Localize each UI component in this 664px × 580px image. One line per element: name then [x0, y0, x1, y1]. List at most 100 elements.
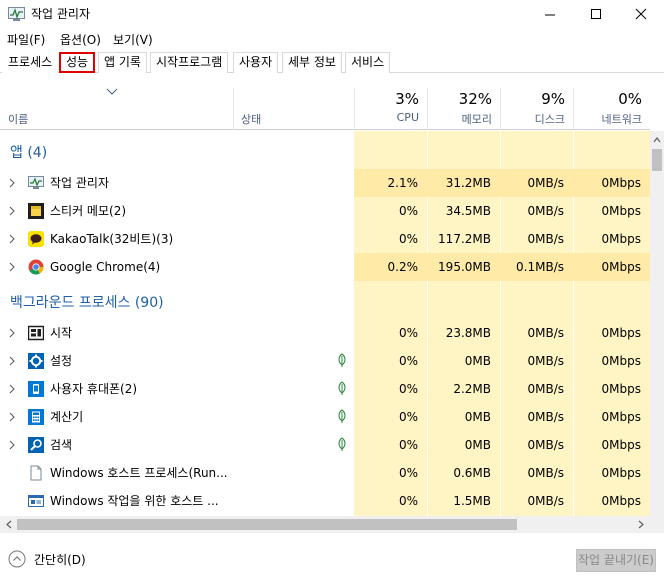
close-button[interactable] [618, 0, 664, 28]
table-row[interactable]: 설정 0% 0MB 0MB/s 0Mbps [0, 347, 650, 375]
scroll-left-icon[interactable] [2, 516, 16, 533]
network-value: 0Mbps [601, 326, 641, 340]
leaf-icon [338, 353, 346, 367]
table-row[interactable]: Windows 작업을 위한 호스트 ... 0% 1.5MB 0MB/s 0M… [0, 487, 650, 515]
table-row[interactable]: 사용자 휴대폰(2) 0% 2.2MB 0MB/s 0Mbps [0, 375, 650, 403]
header-status[interactable]: 상태 [233, 88, 354, 130]
settings-gear-icon [28, 353, 44, 369]
horizontal-scrollbar[interactable] [0, 516, 650, 533]
chevron-right-icon[interactable] [8, 328, 16, 338]
tab-users[interactable]: 사용자 [233, 52, 279, 73]
task-manager-icon [8, 7, 25, 21]
tab-processes[interactable]: 프로세스 [2, 52, 59, 73]
tab-services[interactable]: 서비스 [345, 52, 391, 73]
footer-bar: 간단히(D) 작업 끝내기(E) [0, 541, 664, 580]
group-title: 앱 (4) [10, 145, 48, 161]
menu-file[interactable]: 파일(F) [7, 31, 45, 48]
fewer-details-label: 간단히(D) [34, 553, 86, 567]
disk-value: 0MB/s [500, 169, 573, 197]
process-name: Google Chrome(4) [50, 260, 161, 274]
table-row[interactable]: 계산기 0% 0MB 0MB/s 0Mbps [0, 403, 650, 431]
scroll-right-icon[interactable] [634, 516, 648, 533]
table-row[interactable]: 스티커 메모(2) 0% 34.5MB 0MB/s 0Mbps [0, 197, 650, 225]
menu-options[interactable]: 옵션(O) [60, 31, 101, 48]
memory-value: 0MB [464, 354, 491, 368]
chevron-right-icon[interactable] [8, 440, 16, 450]
horizontal-scroll-thumb[interactable] [17, 519, 517, 530]
chevron-right-icon[interactable] [8, 262, 16, 272]
process-name: 설정 [50, 354, 73, 368]
header-network[interactable]: 0% 네트워크 [573, 88, 650, 130]
process-name: Windows 호스트 프로세스(Run... [50, 466, 228, 480]
cpu-value: 0% [398, 354, 418, 368]
table-row[interactable]: 작업 관리자 2.1% 31.2MB 0MB/s 0Mbps [0, 169, 650, 197]
memory-value: 0MB [464, 438, 491, 452]
end-task-button[interactable]: 작업 끝내기(E) [576, 549, 656, 572]
leaf-icon [338, 437, 346, 451]
chevron-right-icon[interactable] [8, 206, 16, 216]
header-disk-percent: 9% [541, 90, 565, 108]
header-name[interactable]: 이름 [0, 88, 233, 130]
header-cpu-percent: 3% [395, 90, 419, 108]
minimize-button[interactable] [527, 0, 573, 28]
chevron-right-icon[interactable] [8, 356, 16, 366]
kakaotalk-icon [28, 231, 44, 247]
header-cpu-label: CPU [396, 111, 419, 124]
header-network-label: 네트워크 [601, 113, 642, 126]
header-disk[interactable]: 9% 디스크 [500, 88, 573, 130]
chevron-right-icon[interactable] [8, 178, 16, 188]
vertical-scroll-thumb[interactable] [652, 149, 662, 171]
memory-value: 1.5MB [453, 494, 491, 508]
tab-performance[interactable]: 성능 [59, 52, 96, 73]
chevron-right-icon[interactable] [8, 384, 16, 394]
tab-details[interactable]: 세부 정보 [282, 52, 342, 73]
group-header-background[interactable]: 백그라운드 프로세스 (90) [0, 288, 650, 316]
table-row[interactable]: Google Chrome(4) 0.2% 195.0MB 0.1MB/s 0M… [0, 253, 650, 281]
memory-value: 23.8MB [445, 326, 491, 340]
menu-bar: 파일(F) 옵션(O) 보기(V) [0, 28, 664, 50]
process-name: KakaoTalk(32비트)(3) [50, 232, 174, 246]
process-name: 시작 [50, 326, 73, 340]
window-app-icon [28, 495, 44, 507]
tab-app-history[interactable]: 앱 기록 [98, 52, 147, 73]
header-disk-label: 디스크 [534, 113, 565, 126]
group-title: 백그라운드 프로세스 (90) [10, 295, 164, 311]
disk-value: 0MB/s [527, 410, 564, 424]
disk-value: 0MB/s [527, 204, 564, 218]
header-name-label: 이름 [8, 113, 29, 126]
disk-value: 0.1MB/s [500, 253, 573, 281]
scroll-up-icon[interactable] [650, 133, 664, 147]
chevron-right-icon[interactable] [8, 234, 16, 244]
process-name: Windows 작업을 위한 호스트 ... [50, 494, 219, 508]
table-row[interactable]: 시작 0% 23.8MB 0MB/s 0Mbps [0, 319, 650, 347]
cpu-value: 2.1% [354, 169, 427, 197]
process-name: 작업 관리자 [50, 176, 110, 190]
header-memory[interactable]: 32% 메모리 [427, 88, 500, 130]
menu-view[interactable]: 보기(V) [113, 31, 153, 48]
vertical-scrollbar[interactable] [650, 131, 664, 516]
header-memory-label: 메모리 [461, 113, 492, 126]
disk-value: 0MB/s [527, 232, 564, 246]
cpu-value: 0% [398, 494, 418, 508]
chrome-icon [28, 259, 44, 275]
table-row[interactable]: KakaoTalk(32비트)(3) 0% 117.2MB 0MB/s 0Mbp… [0, 225, 650, 253]
chevron-right-icon[interactable] [8, 412, 16, 422]
start-icon [28, 325, 44, 341]
header-status-label: 상태 [241, 113, 262, 126]
table-row[interactable]: 검색 0% 0MB 0MB/s 0Mbps [0, 431, 650, 459]
task-manager-icon [28, 176, 44, 189]
memory-value: 34.5MB [445, 204, 491, 218]
calculator-icon [28, 409, 44, 425]
table-row[interactable]: Windows 호스트 프로세스(Run... 0% 0.6MB 0MB/s 0… [0, 459, 650, 487]
maximize-button[interactable] [573, 0, 619, 28]
network-value: 0Mbps [601, 410, 641, 424]
header-network-percent: 0% [618, 90, 642, 108]
tab-startup[interactable]: 시작프로그램 [150, 52, 229, 73]
group-header-apps[interactable]: 앱 (4) [0, 138, 650, 166]
network-value: 0Mbps [601, 354, 641, 368]
network-value: 0Mbps [601, 204, 641, 218]
cpu-value: 0% [398, 438, 418, 452]
header-cpu[interactable]: 3% CPU [354, 88, 427, 130]
process-name: 사용자 휴대폰(2) [50, 382, 138, 396]
leaf-icon [338, 409, 346, 423]
